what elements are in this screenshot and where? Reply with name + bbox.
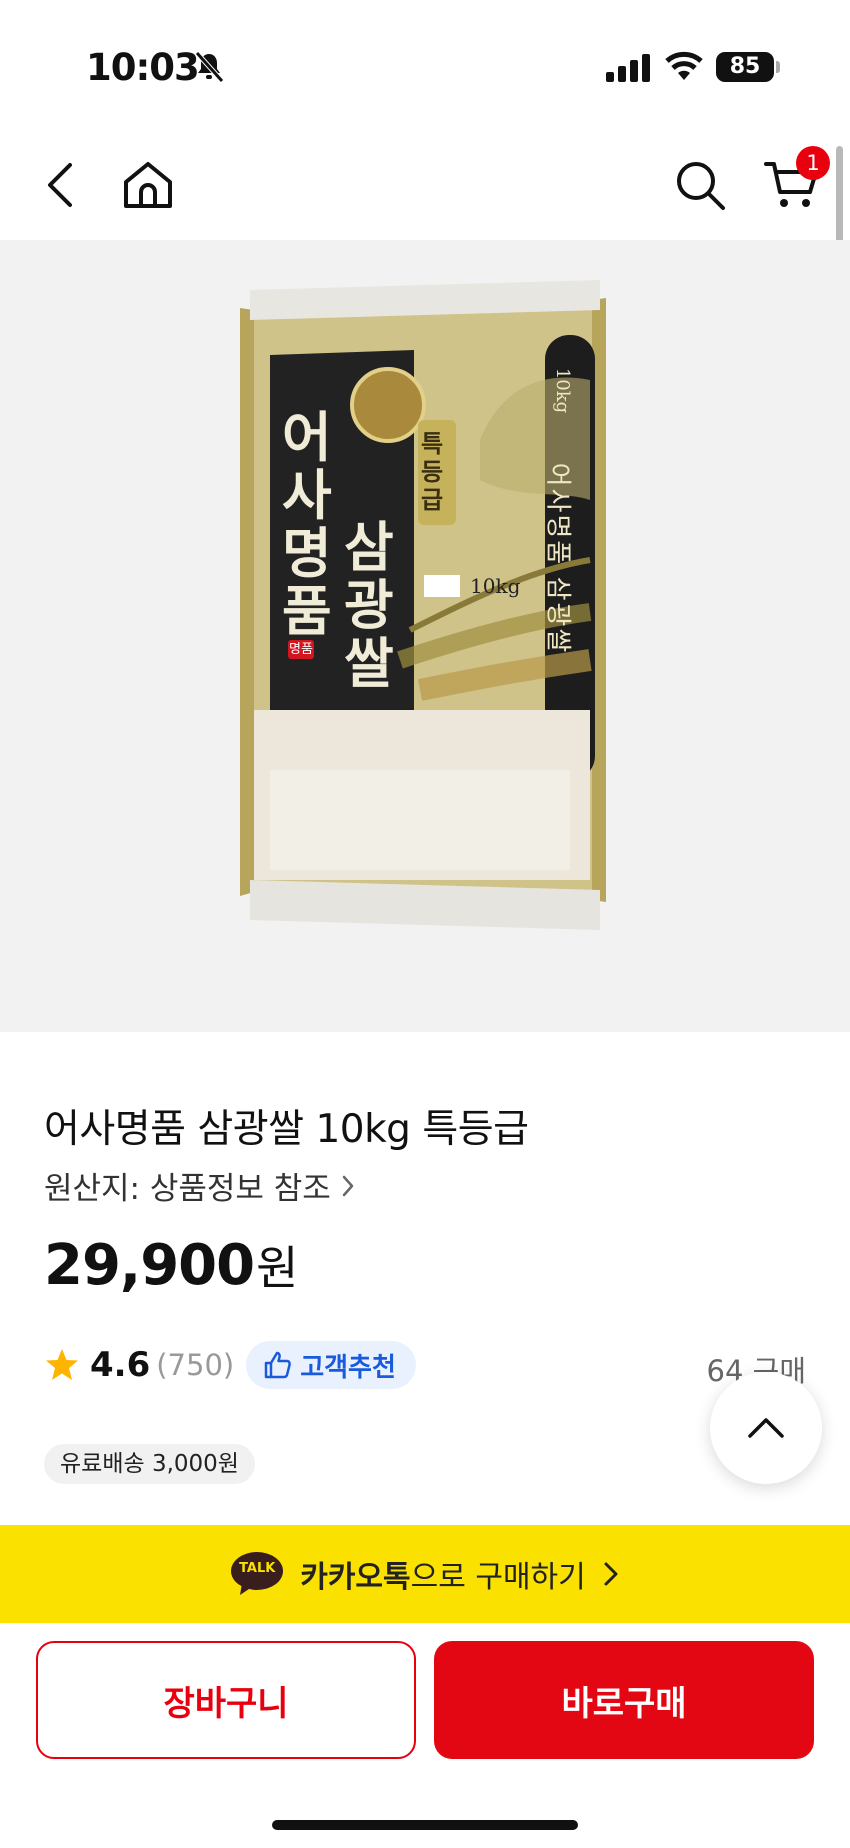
chevron-up-icon — [748, 1418, 784, 1438]
kakao-suffix: 으로 구매하기 — [410, 1560, 586, 1595]
battery-cap — [776, 61, 780, 73]
bag-seal: 명품 — [288, 640, 314, 659]
bell-muted-icon — [192, 50, 226, 88]
price-amount: 29,900 — [44, 1233, 255, 1298]
kakao-purchase-banner[interactable]: TALK 카카오톡으로 구매하기 — [0, 1525, 850, 1623]
bag-title-right: 삼광쌀 — [344, 515, 394, 695]
status-bar: 10:03 85 — [0, 0, 850, 120]
scroll-to-top-button[interactable] — [710, 1372, 822, 1484]
search-icon — [677, 162, 725, 210]
review-count[interactable]: (750) — [156, 1348, 234, 1382]
bag-side-text: 어사명품 삼광쌀 — [542, 462, 573, 655]
kakao-banner-text: 카카오톡으로 구매하기 — [300, 1552, 586, 1596]
recommend-label: 고객추천 — [300, 1352, 396, 1383]
home-button[interactable] — [118, 155, 178, 215]
talk-label: TALK — [239, 1561, 276, 1576]
bag-weight: 10kg — [470, 574, 521, 598]
bag-title-left: 어사명품 — [282, 405, 332, 643]
origin-text: 원산지: 상품정보 참조 — [44, 1171, 331, 1207]
cart-count-badge: 1 — [796, 146, 830, 180]
bag-grade-badge: 특등급 — [421, 429, 444, 514]
add-to-cart-button[interactable]: 장바구니 — [36, 1641, 416, 1759]
rating-row: 4.6 (750) 고객추천 64 구매 — [44, 1340, 814, 1390]
top-navigation — [0, 130, 850, 240]
battery-level: 85 — [716, 52, 774, 82]
shipping-badge: 유료배송 3,000원 — [44, 1444, 255, 1484]
rating-value: 4.6 — [90, 1345, 151, 1385]
home-indicator — [272, 1820, 578, 1830]
thumbs-up-icon — [264, 1351, 292, 1379]
chevron-left-icon — [48, 163, 72, 207]
chevron-right-icon — [342, 1175, 354, 1196]
wifi-icon — [664, 50, 704, 86]
bottom-action-bar: 장바구니 바로구매 — [0, 1623, 850, 1848]
home-icon — [124, 162, 172, 208]
kakao-talk-icon: TALK — [230, 1551, 284, 1597]
cellular-signal-icon — [606, 54, 652, 86]
star-icon — [46, 1349, 78, 1380]
price-unit: 원 — [256, 1241, 299, 1295]
product-title: 어사명품 삼광쌀 10kg 특등급 — [44, 1107, 529, 1152]
status-time: 10:03 — [86, 46, 200, 89]
buy-now-button[interactable]: 바로구매 — [434, 1641, 814, 1759]
origin-link[interactable]: 원산지: 상품정보 참조 — [44, 1163, 357, 1208]
kakao-brand: 카카오톡 — [300, 1560, 411, 1595]
back-button[interactable] — [30, 155, 90, 215]
customer-recommend-badge: 고객추천 — [246, 1341, 416, 1389]
bag-side-weight: 10kg — [552, 367, 574, 414]
chevron-right-icon — [604, 1562, 618, 1586]
search-button[interactable] — [670, 155, 730, 215]
price: 29,900 원 — [44, 1232, 298, 1298]
product-image[interactable]: 어사명품 삼광쌀 특등급 10kg 명품 어사명품 삼광쌀 10kg — [0, 240, 850, 1032]
